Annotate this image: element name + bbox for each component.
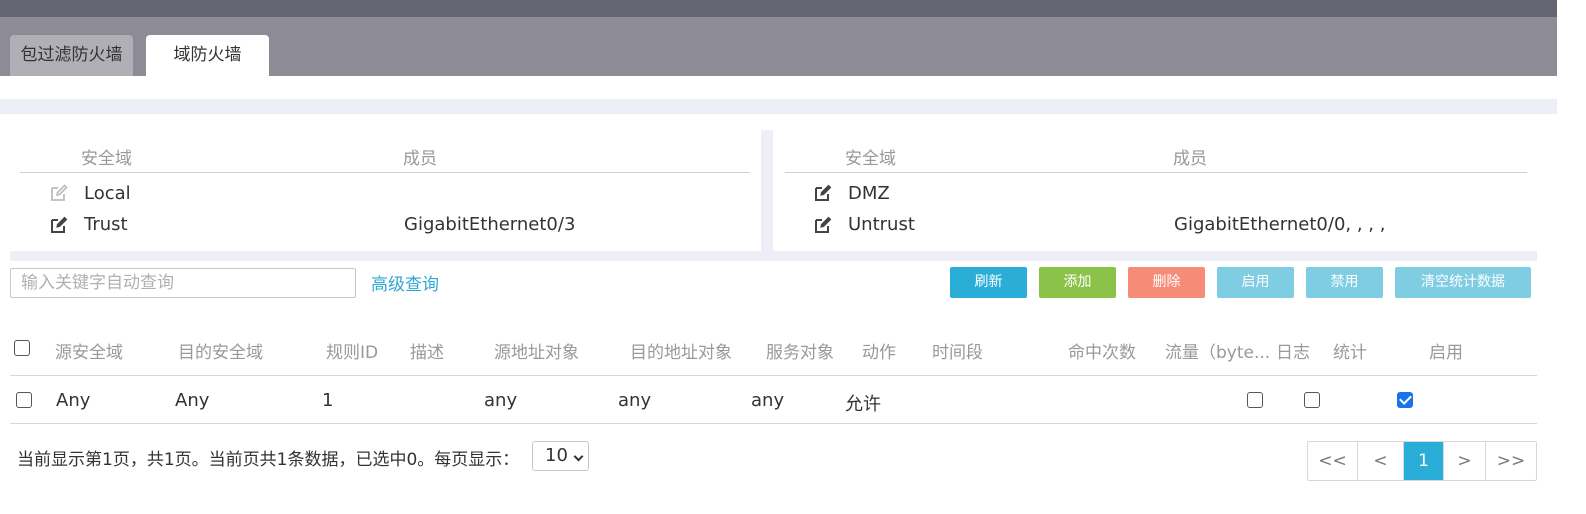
table-header-divider (10, 375, 1537, 376)
search-input[interactable] (10, 268, 356, 298)
disable-button[interactable]: 禁用 (1306, 267, 1383, 298)
delete-button[interactable]: 删除 (1128, 267, 1205, 298)
first-page-button[interactable]: << (1308, 442, 1358, 480)
column-header-action[interactable]: 动作 (862, 338, 896, 363)
cell-rule-id: 1 (322, 390, 334, 411)
scrollbar-area (1557, 0, 1586, 514)
header-divider (785, 172, 1527, 173)
column-header-src-zone[interactable]: 源安全域 (55, 338, 123, 363)
cell-service: any (751, 390, 785, 411)
cell-action: 允许 (845, 394, 881, 415)
header-divider (20, 172, 750, 173)
column-header-hits[interactable]: 命中次数 (1068, 338, 1136, 363)
section-divider (10, 251, 1537, 261)
cell-dst-addr: any (618, 390, 652, 411)
column-header-description[interactable]: 描述 (410, 338, 444, 363)
zone-name: Local (84, 183, 131, 204)
page-size-select[interactable]: 10 (532, 441, 589, 471)
section-divider (0, 99, 1557, 114)
column-header-service[interactable]: 服务对象 (766, 338, 834, 363)
column-header-traffic[interactable]: 流量（byte... (1165, 338, 1270, 363)
clear-stats-button[interactable]: 清空统计数据 (1395, 267, 1531, 298)
tab-packet-filter-firewall[interactable]: 包过滤防火墙 (10, 35, 133, 76)
pagination: << < 1 > >> (1307, 441, 1537, 481)
zone-name: Trust (84, 214, 128, 235)
member-column-header: 成员 (1173, 149, 1207, 169)
zone-column-header: 安全域 (845, 149, 896, 169)
column-header-log[interactable]: 日志 (1276, 338, 1310, 363)
edit-icon[interactable] (813, 183, 833, 203)
pagination-summary: 当前显示第1页，共1页。当前页共1条数据，已选中0。每页显示： (17, 450, 520, 470)
chevron-down-icon (573, 451, 584, 462)
stats-checkbox[interactable] (1304, 392, 1320, 408)
top-header-bar (0, 0, 1557, 17)
zone-panel-left: 安全域 成员 Local Trust GigabitEthernet0/3 (10, 130, 760, 250)
zone-column-header: 安全域 (81, 149, 132, 169)
next-page-button[interactable]: > (1444, 442, 1486, 480)
zone-panel-right: 安全域 成员 DMZ Untrust GigabitEthernet0/0, ,… (773, 130, 1537, 250)
zone-member: GigabitEthernet0/0, , , , (1174, 214, 1386, 235)
zone-name: Untrust (848, 214, 915, 235)
log-checkbox[interactable] (1247, 392, 1263, 408)
member-column-header: 成员 (403, 149, 437, 169)
tab-zone-firewall[interactable]: 域防火墙 (146, 35, 269, 76)
refresh-button[interactable]: 刷新 (950, 267, 1027, 298)
edit-icon-disabled (51, 184, 68, 201)
enabled-checkbox[interactable] (1397, 392, 1413, 408)
select-all-checkbox[interactable] (14, 340, 30, 356)
column-header-dst-addr[interactable]: 目的地址对象 (630, 338, 732, 363)
cell-src-zone: Any (56, 390, 91, 411)
column-header-stats[interactable]: 统计 (1333, 338, 1367, 363)
edit-icon[interactable] (49, 215, 69, 235)
tab-bar: 包过滤防火墙 域防火墙 (0, 17, 1557, 76)
page-size-value: 10 (545, 445, 568, 466)
last-page-button[interactable]: >> (1486, 442, 1536, 480)
cell-dst-zone: Any (175, 390, 210, 411)
edit-icon[interactable] (813, 215, 833, 235)
cell-src-addr: any (484, 390, 518, 411)
column-header-enabled[interactable]: 启用 (1429, 338, 1463, 363)
advanced-query-link[interactable]: 高级查询 (371, 270, 439, 295)
add-button[interactable]: 添加 (1039, 267, 1116, 298)
table-footer-divider (10, 423, 1537, 424)
zone-name: DMZ (848, 183, 890, 204)
column-header-dst-zone[interactable]: 目的安全域 (178, 338, 263, 363)
column-header-rule-id[interactable]: 规则ID (326, 338, 378, 363)
column-header-src-addr[interactable]: 源地址对象 (494, 338, 579, 363)
prev-page-button[interactable]: < (1358, 442, 1404, 480)
panel-divider (761, 130, 773, 251)
zone-member: GigabitEthernet0/3 (404, 214, 576, 235)
column-header-time-range[interactable]: 时间段 (932, 338, 983, 363)
enable-button[interactable]: 启用 (1217, 267, 1294, 298)
page-1-button[interactable]: 1 (1404, 442, 1444, 480)
row-select-checkbox[interactable] (16, 392, 32, 408)
